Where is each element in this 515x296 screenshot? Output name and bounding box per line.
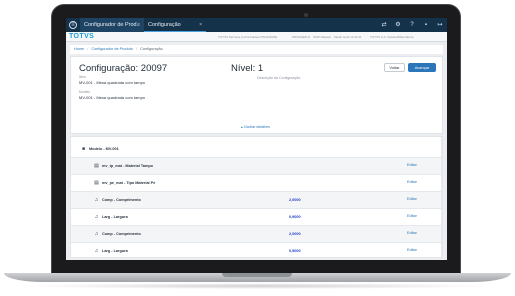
- laptop-mockup: ≡ Configurador de Prod.. × Configuração …: [0, 0, 515, 296]
- table-row[interactable]: ♫ Larg - Largura 0,9000 Editar: [71, 209, 442, 226]
- row-label: mv_tp_mat - Material Tampo: [102, 164, 153, 168]
- breadcrumb-separator: /: [135, 47, 138, 51]
- close-icon[interactable]: ×: [137, 18, 140, 32]
- hide-details-link[interactable]: ▴ Ocultar detalhes: [241, 125, 270, 129]
- edit-link[interactable]: Editar: [407, 197, 417, 201]
- item-label: Item: [79, 75, 86, 79]
- totvs-logo: TOTVS: [69, 33, 95, 40]
- edit-link[interactable]: Editar: [407, 180, 417, 184]
- row-label: Comp - Comprimento: [102, 232, 141, 236]
- edit-link[interactable]: Editar: [407, 248, 417, 252]
- breadcrumb-configurador[interactable]: Configurador de Produto: [91, 47, 133, 51]
- table-row[interactable]: ▤ mv_tp_mat - Material Tampo Editar: [71, 158, 442, 175]
- camera-icon: [304, 13, 308, 17]
- structure-panel: ■ Modelo - MV-001 ▤ mv_tp_mat - Material…: [70, 136, 443, 258]
- tab-configurador[interactable]: Configurador de Prod.. ×: [80, 18, 144, 32]
- top-navigation-bar: ≡ Configurador de Prod.. × Configuração …: [66, 18, 447, 32]
- row-label: mv_pe_mat - Tipo Material Pé: [102, 181, 156, 185]
- question-icon[interactable]: ?: [408, 21, 416, 29]
- shuffle-icon[interactable]: ⇄: [380, 21, 388, 29]
- row-value: 0,9000: [289, 249, 301, 253]
- table-row[interactable]: ♫ Comp - Comprimento 2,0000 Editar: [71, 192, 442, 209]
- tab-label: Configurador de Prod..: [84, 22, 140, 28]
- info-module: TOTVS S.A. Datasul/Manufatura: [370, 34, 414, 39]
- description-label: Descrição da Configuração: [257, 76, 301, 80]
- gear-icon[interactable]: ⚙: [394, 21, 402, 29]
- tab-configuracao[interactable]: Configuração ×: [144, 18, 206, 32]
- model-row-label: Modelo - MV-001: [89, 147, 119, 151]
- breadcrumb-home[interactable]: Home: [74, 47, 84, 51]
- bell-icon: ♫: [94, 197, 99, 203]
- info-system: SSIP Datasul: [313, 34, 331, 39]
- model-value: MV-001 - Mesa quadrada com tampo: [79, 95, 146, 100]
- row-value: 2,0000: [289, 198, 301, 202]
- bell-icon: ♫: [94, 231, 99, 237]
- item-value: MV-001 - Mesa quadrada com tampo: [79, 80, 146, 85]
- cube-icon: ■: [81, 146, 86, 152]
- bell-icon: ♫: [94, 248, 99, 254]
- table-row[interactable]: ♫ Comp - Comprimento 2,0000 Editar: [71, 226, 442, 243]
- model-label: Modelo: [79, 90, 91, 94]
- info-company: TOTVS Serviços (Linha Datasul 05/12/2020…: [218, 34, 278, 39]
- table-row[interactable]: ♫ Larg - Largura 0,9000 Editar: [71, 243, 442, 260]
- info-version: Medio Gold 11.01/11: [334, 34, 362, 39]
- breadcrumb-separator: /: [87, 47, 89, 51]
- page-title: Configuração: 20097: [79, 63, 168, 74]
- table-row[interactable]: ▤ mv_pe_mat - Tipo Material Pé Editar: [71, 175, 442, 192]
- menu-icon[interactable]: ≡: [69, 21, 77, 29]
- bell-icon: ♫: [94, 214, 99, 220]
- edit-link[interactable]: Editar: [407, 214, 417, 218]
- laptop-shadow: [20, 283, 495, 289]
- next-button[interactable]: Avançar: [408, 63, 436, 72]
- scrollbar[interactable]: [441, 137, 443, 257]
- configuration-header: Configuração: 20097 Nível: 1 Descrição d…: [70, 56, 443, 134]
- brand-bar: TOTVS TOTVS Serviços (Linha Datasul 05/1…: [66, 32, 447, 42]
- back-button[interactable]: Voltar: [384, 63, 405, 72]
- model-row[interactable]: ■ Modelo - MV-001: [71, 141, 442, 158]
- chat-icon[interactable]: ▪: [422, 21, 430, 29]
- row-label: Larg - Largura: [102, 215, 128, 219]
- breadcrumb-current: Configuração: [140, 47, 163, 51]
- app-screen: ≡ Configurador de Prod.. × Configuração …: [66, 18, 447, 260]
- row-label: Comp - Comprimento: [102, 198, 141, 202]
- edit-link[interactable]: Editar: [407, 231, 417, 235]
- list-icon: ▤: [94, 163, 99, 169]
- row-value: 2,0000: [289, 232, 301, 236]
- list-icon: ▤: [94, 180, 99, 186]
- breadcrumb: Home / Configurador de Produto / Configu…: [70, 45, 443, 54]
- laptop-notch: [222, 273, 292, 277]
- close-icon[interactable]: ×: [199, 18, 202, 32]
- info-db: PRODAE5U1: [292, 34, 311, 39]
- edit-link[interactable]: Editar: [407, 163, 417, 167]
- row-label: Larg - Largura: [102, 249, 128, 253]
- logout-icon[interactable]: ↦: [436, 21, 444, 29]
- tab-label: Configuração: [148, 22, 181, 28]
- row-value: 0,9000: [289, 215, 301, 219]
- level-title: Nível: 1: [231, 63, 264, 74]
